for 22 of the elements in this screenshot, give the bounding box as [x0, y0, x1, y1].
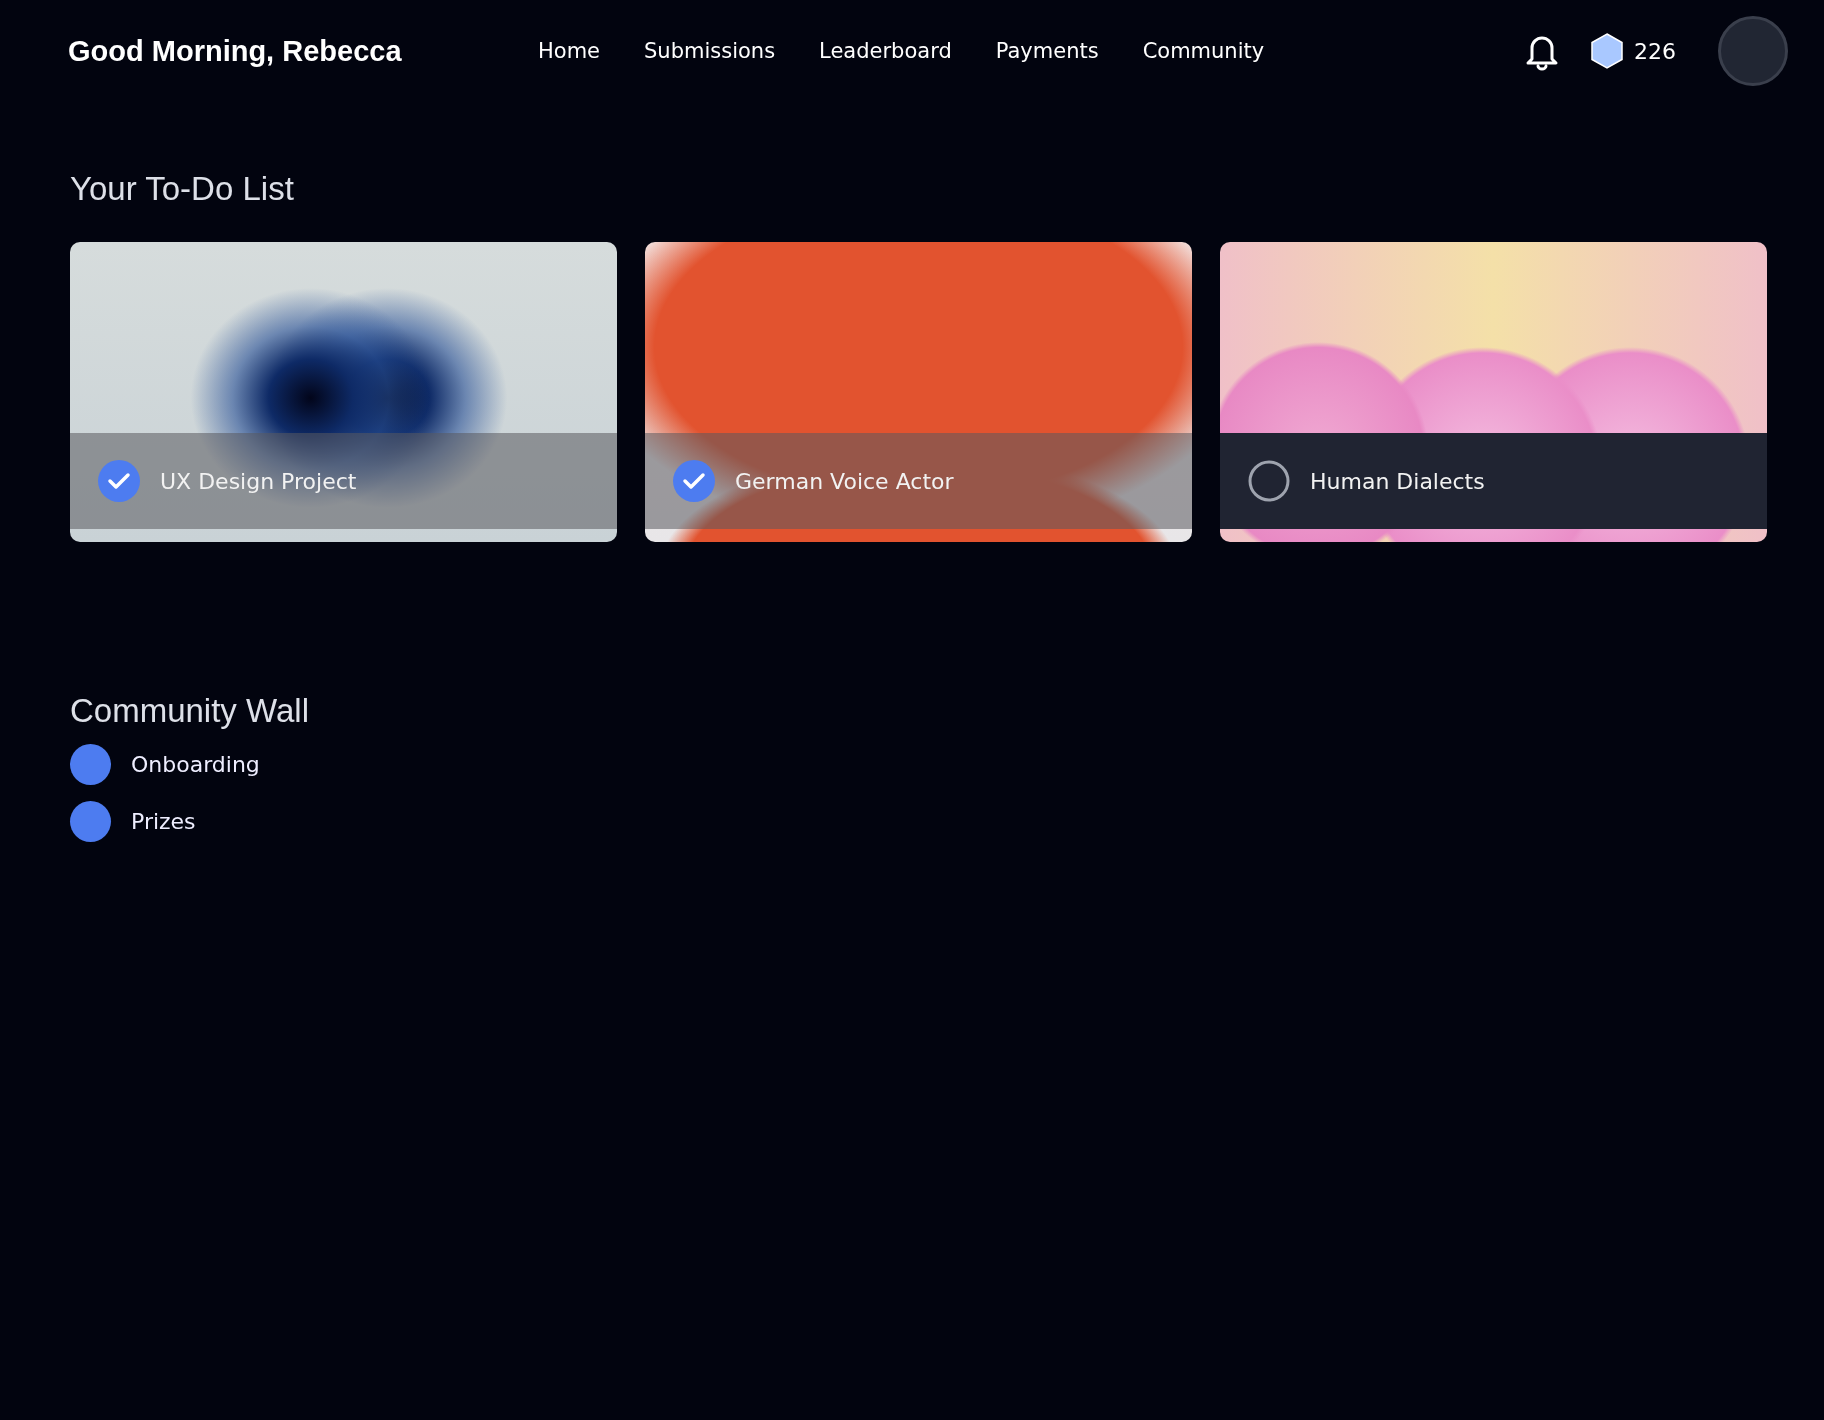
task-card[interactable]: Human Dialects: [1220, 242, 1767, 542]
points-count: 226: [1634, 38, 1676, 64]
nav-link[interactable]: Home: [538, 39, 600, 63]
nav-link[interactable]: Payments: [995, 39, 1099, 63]
channel-dot-icon: [70, 744, 111, 785]
checked-circle-icon[interactable]: [673, 460, 715, 502]
nav-link[interactable]: Community: [1142, 39, 1265, 63]
greeting-title: Good Morning, Rebecca: [68, 34, 403, 68]
section-title: Community Wall: [70, 692, 310, 730]
nav-link[interactable]: Submissions: [644, 39, 776, 63]
channel-link[interactable]: Prizes: [131, 809, 196, 834]
hexagon-icon: [1590, 33, 1624, 69]
task-label: UX Design Project: [160, 468, 357, 494]
nav-link[interactable]: Leaderboard: [819, 39, 952, 63]
section-title: Your To-Do List: [70, 170, 295, 208]
channel-dot-icon: [70, 801, 111, 842]
task-card[interactable]: German Voice Actor: [645, 242, 1192, 542]
channel-link[interactable]: Onboarding: [131, 752, 260, 777]
task-label: Human Dialects: [1310, 468, 1485, 494]
task-label: German Voice Actor: [735, 468, 954, 494]
checked-circle-icon[interactable]: [98, 460, 140, 502]
empty-circle-icon[interactable]: [1248, 460, 1290, 502]
